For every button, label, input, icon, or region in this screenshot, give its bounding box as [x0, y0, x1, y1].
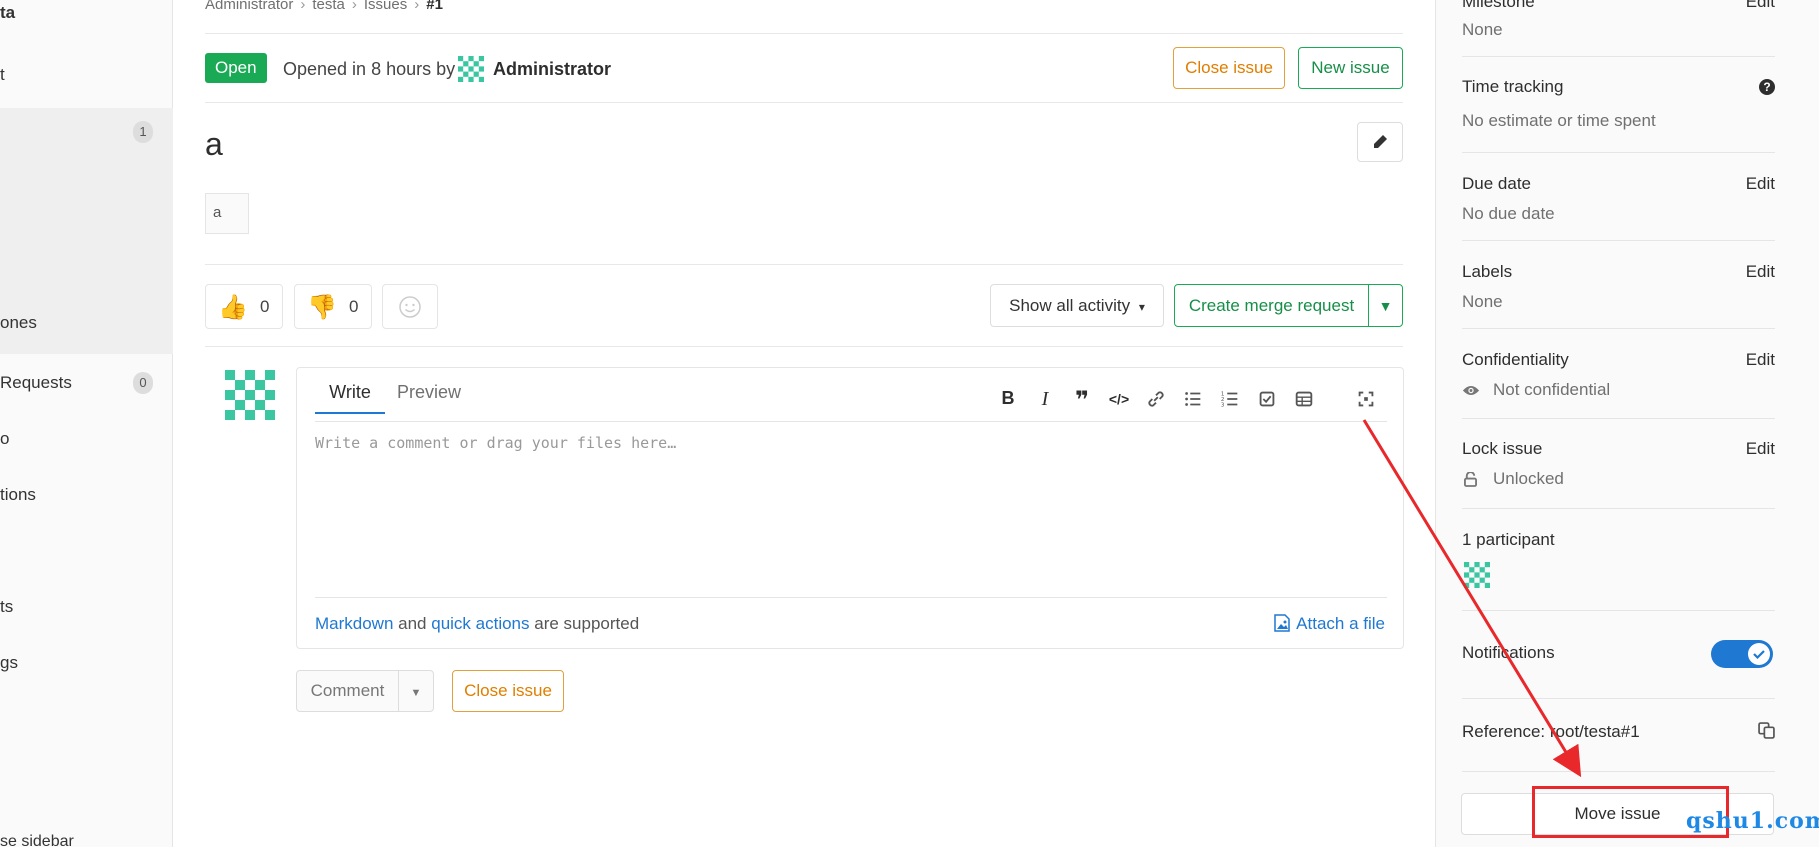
watermark-text: qshu1.com — [1686, 808, 1819, 834]
annotation-arrow — [1362, 419, 1582, 778]
